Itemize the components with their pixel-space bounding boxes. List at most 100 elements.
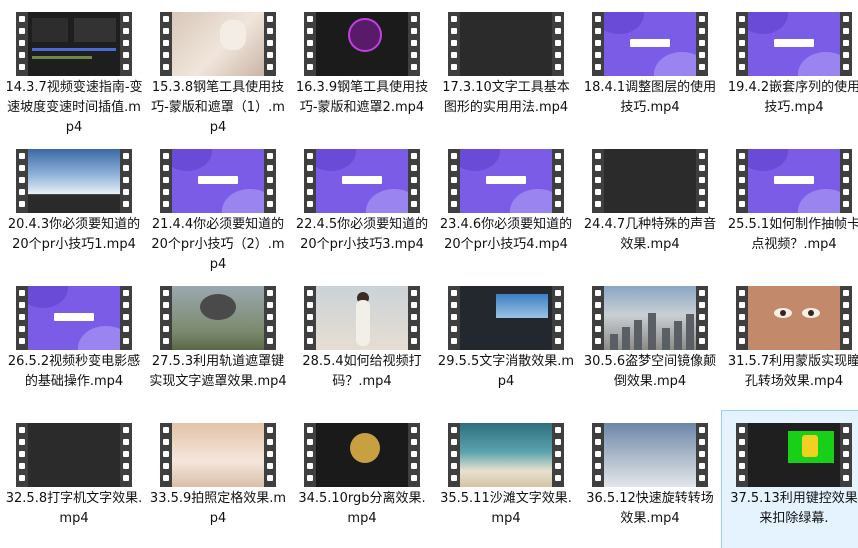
file-item[interactable]: 18.4.1调整图层的使用技巧.mp4 — [578, 0, 722, 137]
video-thumbnail — [160, 12, 276, 76]
thumb-shape — [460, 149, 500, 171]
video-frame — [172, 12, 264, 76]
file-name: 37.5.13利用键控效果来扣除绿幕. — [730, 491, 858, 526]
file-item[interactable]: 26.5.2视频秒变电影感的基础操作.mp4 — [2, 274, 146, 411]
file-item[interactable]: 14.3.7视频变速指南-变速坡度变速时间插值.mp4 — [2, 0, 146, 137]
film-strip-left — [160, 149, 172, 213]
film-hole — [595, 338, 601, 344]
film-hole — [843, 28, 849, 34]
video-frame — [172, 149, 264, 213]
thumb-shape — [748, 12, 788, 34]
film-hole — [163, 177, 169, 183]
film-strip-right — [552, 423, 564, 487]
film-hole — [123, 201, 129, 207]
film-hole — [699, 189, 705, 195]
file-item[interactable]: 21.4.4你必须要知道的20个pr小技巧（2）.mp4 — [146, 137, 290, 274]
film-hole — [19, 28, 25, 34]
video-thumbnail — [16, 12, 132, 76]
film-strip-left — [16, 286, 28, 350]
file-item[interactable]: 36.5.12快速旋转转场效果.mp4 — [578, 411, 722, 548]
file-item[interactable]: 30.5.6盗梦空间镜像颠倒效果.mp4 — [578, 274, 722, 411]
video-thumbnail — [736, 423, 852, 487]
film-hole — [843, 16, 849, 22]
video-frame — [28, 423, 120, 487]
file-name: 27.5.3利用轨道遮罩键实现文字遮罩效果.mp4 — [149, 354, 287, 389]
video-frame — [748, 149, 840, 213]
file-item[interactable]: 35.5.11沙滩文字效果.mp4 — [434, 411, 578, 548]
film-hole — [19, 52, 25, 58]
file-name: 17.3.10文字工具基本图形的实用用法.mp4 — [442, 80, 570, 115]
file-name: 16.3.9钢笔工具使用技巧-蒙版和遮罩2.mp4 — [295, 80, 429, 115]
file-item[interactable]: 17.3.10文字工具基本图形的实用用法.mp4 — [434, 0, 578, 137]
film-hole — [843, 451, 849, 457]
film-hole — [123, 451, 129, 457]
film-hole — [267, 64, 273, 70]
film-hole — [307, 463, 313, 469]
film-hole — [843, 338, 849, 344]
film-hole — [267, 40, 273, 46]
file-item[interactable]: 22.4.5你必须要知道的20个pr小技巧3.mp4 — [290, 137, 434, 274]
file-item[interactable]: 20.4.3你必须要知道的20个pr小技巧1.mp4 — [2, 137, 146, 274]
film-hole — [307, 40, 313, 46]
film-hole — [307, 52, 313, 58]
film-hole — [411, 475, 417, 481]
file-item[interactable]: 15.3.8钢笔工具使用技巧-蒙版和遮罩（1）.mp4 — [146, 0, 290, 137]
thumb-building — [622, 327, 630, 350]
film-hole — [19, 165, 25, 171]
thumb-shape — [28, 286, 68, 308]
file-item[interactable]: 29.5.5文字消散效果.mp4 — [434, 274, 578, 411]
thumb-image — [496, 294, 548, 318]
file-item[interactable]: 31.5.7利用蒙版实现瞳孔转场效果.mp4 — [722, 274, 858, 411]
video-frame — [316, 423, 408, 487]
film-hole — [451, 463, 457, 469]
film-hole — [19, 314, 25, 320]
film-strip-right — [696, 12, 708, 76]
film-hole — [307, 326, 313, 332]
film-hole — [411, 16, 417, 22]
film-hole — [595, 475, 601, 481]
thumb-eye — [802, 308, 820, 318]
film-hole — [163, 451, 169, 457]
film-hole — [843, 165, 849, 171]
file-item[interactable]: 27.5.3利用轨道遮罩键实现文字遮罩效果.mp4 — [146, 274, 290, 411]
video-thumbnail — [448, 423, 564, 487]
film-hole — [843, 290, 849, 296]
film-strip-left — [592, 12, 604, 76]
film-hole — [595, 463, 601, 469]
file-item[interactable]: 32.5.8打字机文字效果.mp4 — [2, 411, 146, 548]
file-item[interactable]: 23.4.6你必须要知道的20个pr小技巧4.mp4 — [434, 137, 578, 274]
film-hole — [843, 177, 849, 183]
film-hole — [163, 201, 169, 207]
film-hole — [451, 201, 457, 207]
file-item[interactable]: 19.4.2嵌套序列的使用技巧.mp4 — [722, 0, 858, 137]
file-item[interactable]: 24.4.7几种特殊的声音效果.mp4 — [578, 137, 722, 274]
file-item[interactable]: 16.3.9钢笔工具使用技巧-蒙版和遮罩2.mp4 — [290, 0, 434, 137]
film-strip-left — [160, 12, 172, 76]
film-hole — [267, 338, 273, 344]
film-hole — [555, 427, 561, 433]
file-item[interactable]: 37.5.13利用键控效果来扣除绿幕. — [721, 410, 858, 548]
film-strip-right — [120, 149, 132, 213]
file-name: 25.5.1如何制作抽帧卡点视频？.mp4 — [727, 217, 858, 252]
video-frame — [172, 423, 264, 487]
file-item[interactable]: 25.5.1如何制作抽帧卡点视频？.mp4 — [722, 137, 858, 274]
file-item[interactable]: 34.5.10rgb分离效果.mp4 — [290, 411, 434, 548]
film-strip-left — [304, 286, 316, 350]
file-item[interactable]: 28.5.4如何给视频打码？.mp4 — [290, 274, 434, 411]
film-hole — [163, 475, 169, 481]
video-frame — [604, 423, 696, 487]
film-hole — [555, 290, 561, 296]
film-hole — [595, 153, 601, 159]
film-hole — [19, 177, 25, 183]
thumb-panel — [32, 18, 68, 42]
film-hole — [123, 153, 129, 159]
film-hole — [739, 16, 745, 22]
film-strip-left — [16, 149, 28, 213]
file-name: 23.4.6你必须要知道的20个pr小技巧4.mp4 — [439, 217, 573, 252]
film-hole — [739, 302, 745, 308]
file-name: 26.5.2视频秒变电影感的基础操作.mp4 — [7, 354, 141, 389]
film-strip-right — [408, 286, 420, 350]
film-hole — [123, 177, 129, 183]
file-item[interactable]: 33.5.9拍照定格效果.mp4 — [146, 411, 290, 548]
film-hole — [411, 463, 417, 469]
